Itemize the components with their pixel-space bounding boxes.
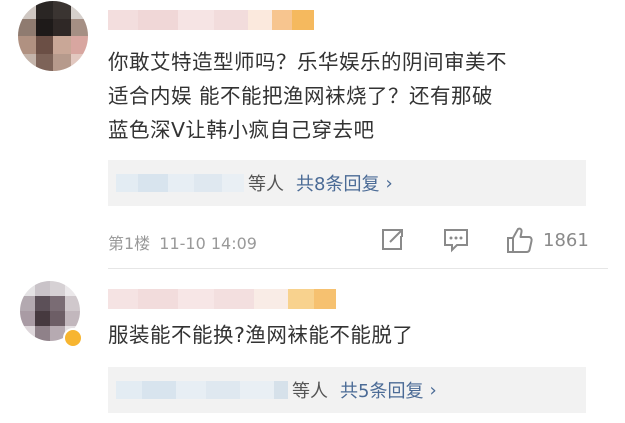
reply-users-blurred (116, 174, 244, 192)
comment-text: 你敢艾特造型师吗？乐华娱乐的阴间审美不 适合内娱 能不能把渔网袜烧了？还有那破 … (108, 45, 603, 147)
comment-line: 蓝色深V让韩小疯自己穿去吧 (108, 118, 375, 142)
comment-icon[interactable] (442, 226, 470, 254)
reply-summary[interactable]: 等人 共5条回复 › (108, 367, 586, 413)
like-count: 1861 (543, 230, 589, 251)
thumbs-up-icon[interactable] (505, 225, 535, 255)
comment-divider (108, 268, 608, 269)
comment-line: 适合内娱 能不能把渔网袜烧了？还有那破 (108, 84, 494, 108)
comment-meta: 第1楼 11-10 14:09 (108, 230, 257, 254)
comment-line: 你敢艾特造型师吗？乐华娱乐的阴间审美不 (108, 50, 507, 74)
comment-text: 服装能不能换?渔网袜能不能脱了 (108, 318, 603, 352)
username-blurred[interactable] (108, 289, 336, 309)
reply-count-link[interactable]: 共8条回复 (296, 170, 379, 196)
timestamp: 11-10 14:09 (159, 234, 257, 253)
reply-users-blurred (116, 381, 288, 399)
comment-line: 服装能不能换?渔网袜能不能脱了 (108, 323, 414, 347)
chevron-right-icon: › (385, 172, 393, 194)
floor-label: 第1楼 (108, 234, 151, 253)
avatar[interactable] (18, 1, 88, 71)
reply-summary[interactable]: 等人 共8条回复 › (108, 160, 586, 206)
verified-badge-icon (63, 328, 83, 348)
reply-count-link[interactable]: 共5条回复 (340, 377, 423, 403)
reply-people-suffix: 等人 (292, 381, 328, 402)
username-blurred[interactable] (108, 10, 314, 30)
reply-people-suffix: 等人 (248, 174, 284, 195)
chevron-right-icon: › (429, 379, 437, 401)
repost-icon[interactable] (378, 226, 406, 254)
